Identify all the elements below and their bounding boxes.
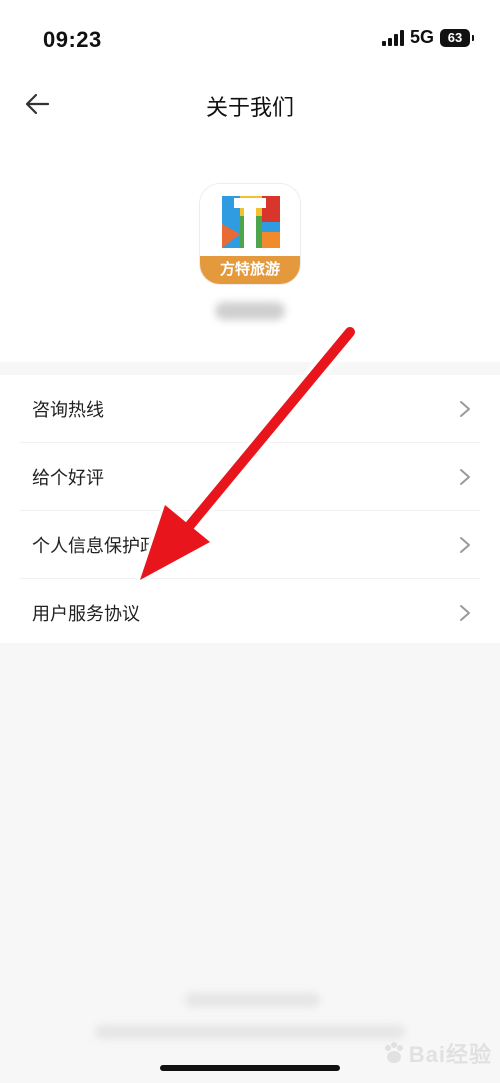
signal-icon xyxy=(381,29,404,46)
app-version-redacted xyxy=(215,302,285,320)
battery-level: 63 xyxy=(447,30,463,45)
app-logo: 方特旅游 xyxy=(200,184,300,284)
home-indicator xyxy=(160,1065,340,1071)
menu-item-label: 个人信息保护政策 xyxy=(32,535,176,556)
menu-item-user-agreement[interactable]: 用户服务协议 xyxy=(20,579,480,646)
chevron-right-icon xyxy=(460,536,470,553)
menu-list: 咨询热线 给个好评 个人信息保护政策 用户服务协议 xyxy=(0,375,500,643)
watermark-text: Bai经验 xyxy=(408,1042,492,1067)
footer-text-redacted xyxy=(185,993,320,1007)
battery-icon: 63 xyxy=(440,28,474,47)
chevron-right-icon xyxy=(460,604,470,621)
app-header: 方特旅游 xyxy=(0,140,500,362)
menu-item-label: 用户服务协议 xyxy=(32,603,140,624)
app-logo-graphic xyxy=(200,184,300,256)
menu-item-label: 给个好评 xyxy=(32,467,104,488)
chevron-right-icon xyxy=(460,468,470,485)
nav-bar: 关于我们 xyxy=(0,70,500,140)
menu-item-hotline[interactable]: 咨询热线 xyxy=(20,375,480,443)
network-type: 5G xyxy=(409,27,434,47)
footer-text-redacted xyxy=(95,1025,405,1039)
status-time: 09:23 xyxy=(43,27,102,52)
page-title: 关于我们 xyxy=(205,95,294,120)
chevron-right-icon xyxy=(460,400,470,417)
watermark: Bai经验 xyxy=(381,1037,492,1069)
status-bar: 09:23 5G 63 xyxy=(0,0,500,70)
status-indicators: 5G 63 xyxy=(381,27,474,48)
paw-icon xyxy=(384,1042,403,1063)
app-name: 方特旅游 xyxy=(200,256,300,284)
menu-item-privacy-policy[interactable]: 个人信息保护政策 xyxy=(20,511,480,579)
menu-item-rate[interactable]: 给个好评 xyxy=(20,443,480,511)
menu-item-label: 咨询热线 xyxy=(32,399,104,420)
